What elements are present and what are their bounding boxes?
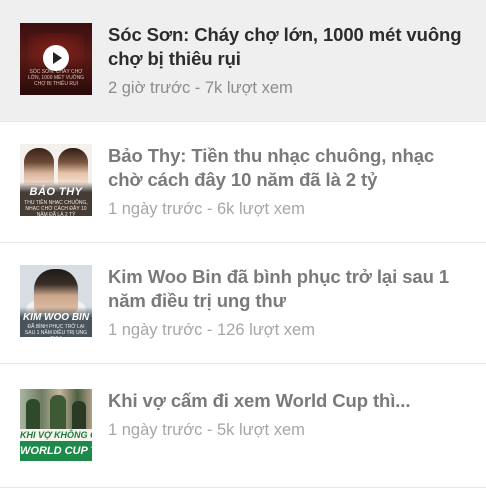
thumbnail-title: KIM WOO BIN — [22, 312, 90, 323]
article-meta: 1 ngày trước - 126 lượt xem — [108, 321, 315, 339]
thumbnail-title: WORLD CUP THÌ... — [20, 441, 92, 461]
list-item[interactable]: KHI VỢ KHÔNG CHO ĐI XEM WORLD CUP THÌ...… — [0, 364, 486, 488]
video-thumbnail[interactable]: SÓC SƠN: CHÁY CHỢ LỚN, 1000 MÉT VUÔNG CH… — [20, 23, 92, 95]
article-thumbnail[interactable]: BẢO THY THU TIỀN NHẠC CHUÔNG, NHẠC CHỜ C… — [20, 144, 92, 216]
list-item[interactable]: BẢO THY THU TIỀN NHẠC CHUÔNG, NHẠC CHỜ C… — [0, 122, 486, 243]
thumbnail-caption: KHI VỢ KHÔNG CHO ĐI XEM — [20, 429, 92, 441]
play-icon[interactable] — [43, 45, 69, 71]
photo-right — [58, 148, 88, 184]
list-item[interactable]: KIM WOO BIN ĐÃ BÌNH PHỤC TRỞ LẠI SAU 1 N… — [0, 243, 486, 364]
article-text[interactable]: Bảo Thy: Tiền thu nhạc chuông, nhạc chờ … — [108, 144, 466, 220]
photo-left — [24, 148, 54, 184]
article-title[interactable]: Khi vợ cấm đi xem World Cup thì... — [108, 389, 448, 413]
article-list: SÓC SƠN: CHÁY CHỢ LỚN, 1000 MÉT VUÔNG CH… — [0, 0, 486, 488]
article-title[interactable]: Kim Woo Bin đã bình phục trở lại sau 1 n… — [108, 265, 466, 313]
article-title[interactable]: Bảo Thy: Tiền thu nhạc chuông, nhạc chờ … — [108, 144, 466, 192]
article-text[interactable]: Kim Woo Bin đã bình phục trở lại sau 1 n… — [108, 265, 466, 341]
article-meta: 1 ngày trước - 5k lượt xem — [108, 421, 305, 439]
thumbnail-caption: ĐÃ BÌNH PHỤC TRỞ LẠI SAU 1 NĂM ĐIỀU TRỊ … — [24, 324, 88, 337]
article-text[interactable]: Sóc Sơn: Cháy chợ lớn, 1000 mét vuông ch… — [108, 23, 466, 99]
article-text[interactable]: Khi vợ cấm đi xem World Cup thì... 1 ngà… — [108, 389, 466, 441]
article-thumbnail[interactable]: KIM WOO BIN ĐÃ BÌNH PHỤC TRỞ LẠI SAU 1 N… — [20, 265, 92, 337]
photo-figure — [50, 395, 66, 429]
article-thumbnail[interactable]: KHI VỢ KHÔNG CHO ĐI XEM WORLD CUP THÌ... — [20, 389, 92, 461]
article-title[interactable]: Sóc Sơn: Cháy chợ lớn, 1000 mét vuông ch… — [108, 23, 466, 71]
photo-figure — [26, 399, 40, 429]
thumbnail-caption: SÓC SƠN: CHÁY CHỢ LỚN, 1000 MÉT VUÔNG CH… — [27, 69, 85, 87]
photo-figure — [72, 401, 86, 429]
article-meta: 2 giờ trước - 7k lượt xem — [108, 79, 293, 97]
list-item[interactable]: SÓC SƠN: CHÁY CHỢ LỚN, 1000 MÉT VUÔNG CH… — [0, 0, 486, 122]
thumbnail-title: BẢO THY — [29, 186, 83, 198]
article-meta: 1 ngày trước - 6k lượt xem — [108, 200, 305, 218]
thumbnail-caption: THU TIỀN NHẠC CHUÔNG, NHẠC CHỜ CÁCH ĐÂY … — [24, 200, 88, 216]
